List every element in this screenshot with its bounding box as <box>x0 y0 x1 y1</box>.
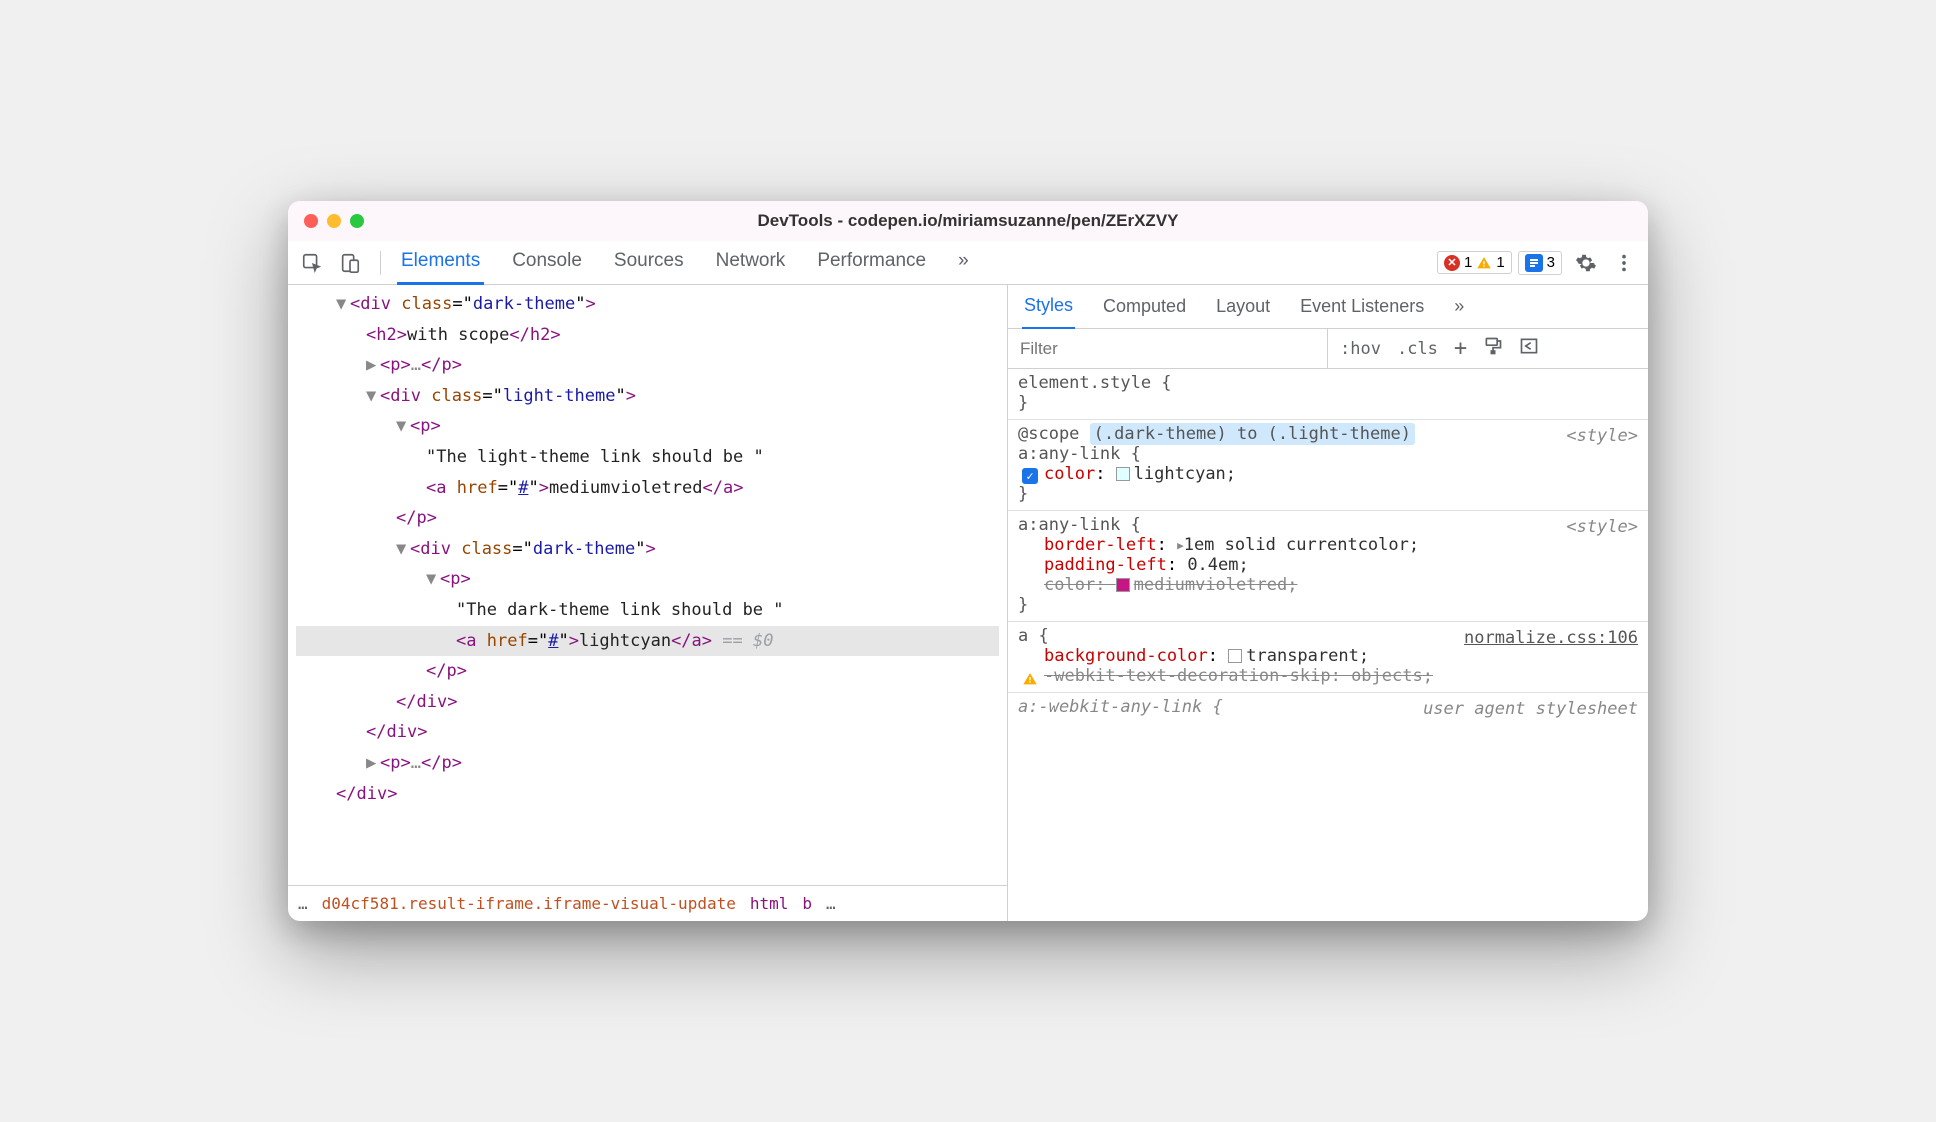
tab-elements[interactable]: Elements <box>397 240 484 285</box>
normalize-rule[interactable]: normalize.css:106 a { background-color: … <box>1008 622 1648 693</box>
elements-panel: ▼<div class="dark-theme"> <h2>with scope… <box>288 285 1008 921</box>
color-swatch[interactable] <box>1228 649 1242 663</box>
rule-source[interactable]: <style> <box>1566 517 1638 537</box>
paint-icon[interactable] <box>1483 336 1503 361</box>
error-icon: ✕ <box>1444 255 1460 271</box>
issue-count: 3 <box>1547 254 1555 271</box>
styles-rules[interactable]: element.style { } <style> @scope (.dark-… <box>1008 369 1648 921</box>
window-title: DevTools - codepen.io/miriamsuzanne/pen/… <box>288 211 1648 231</box>
breadcrumb-overflow[interactable]: … <box>826 894 836 913</box>
traffic-lights <box>304 214 364 228</box>
errors-warnings-badge[interactable]: ✕ 1 1 <box>1437 251 1512 274</box>
styles-filter-input[interactable] <box>1008 329 1328 368</box>
add-rule-button[interactable]: + <box>1454 336 1467 361</box>
rule-source[interactable]: <style> <box>1566 426 1638 446</box>
error-count: 1 <box>1464 254 1472 271</box>
kebab-menu-icon[interactable] <box>1610 249 1638 277</box>
cls-toggle[interactable]: .cls <box>1397 339 1438 359</box>
issue-icon <box>1525 254 1543 272</box>
tab-more-overflow[interactable]: » <box>954 240 973 285</box>
maximize-window-button[interactable] <box>350 214 364 228</box>
scope-selector: (.dark-theme) to (.light-theme) <box>1090 423 1415 445</box>
titlebar: DevTools - codepen.io/miriamsuzanne/pen/… <box>288 201 1648 241</box>
toggle-computed-icon[interactable] <box>1519 336 1539 361</box>
prop-checkbox[interactable]: ✓ <box>1022 468 1038 484</box>
warning-count: 1 <box>1496 254 1504 271</box>
tab-console[interactable]: Console <box>508 240 586 285</box>
sub-tab-more[interactable]: » <box>1452 285 1466 328</box>
tab-sources[interactable]: Sources <box>610 240 688 285</box>
settings-gear-icon[interactable] <box>1572 249 1600 277</box>
sub-tab-layout[interactable]: Layout <box>1214 285 1272 328</box>
styles-panel: Styles Computed Layout Event Listeners »… <box>1008 285 1648 921</box>
main-toolbar: Elements Console Sources Network Perform… <box>288 241 1648 285</box>
rule-source-link[interactable]: normalize.css:106 <box>1464 628 1638 648</box>
breadcrumb-ellipsis[interactable]: … <box>298 894 308 913</box>
breadcrumb[interactable]: … d04cf581.result-iframe.iframe-visual-u… <box>288 885 1007 921</box>
warning-icon <box>1022 671 1038 687</box>
inspect-element-icon[interactable] <box>298 249 326 277</box>
tab-performance[interactable]: Performance <box>813 240 930 285</box>
breadcrumb-frame[interactable]: d04cf581.result-iframe.iframe-visual-upd… <box>322 894 736 913</box>
sub-tab-styles[interactable]: Styles <box>1022 285 1075 330</box>
breadcrumb-body[interactable]: b <box>802 894 812 913</box>
any-link-rule[interactable]: <style> a:any-link { border-left: ▶ 1em … <box>1008 511 1648 622</box>
color-swatch[interactable] <box>1116 578 1130 592</box>
main-tabs: Elements Console Sources Network Perform… <box>397 240 1427 285</box>
scope-rule[interactable]: <style> @scope (.dark-theme) to (.light-… <box>1008 420 1648 511</box>
rule-source: user agent stylesheet <box>1423 699 1638 719</box>
dom-tree[interactable]: ▼<div class="dark-theme"> <h2>with scope… <box>288 285 1007 885</box>
close-window-button[interactable] <box>304 214 318 228</box>
issues-badge[interactable]: 3 <box>1518 251 1562 275</box>
sub-tab-computed[interactable]: Computed <box>1101 285 1188 328</box>
selected-node[interactable]: <a href="#">lightcyan</a> == $0 <box>296 626 999 657</box>
user-agent-rule[interactable]: user agent stylesheet a:-webkit-any-link… <box>1008 693 1648 723</box>
color-swatch[interactable] <box>1116 467 1130 481</box>
sidebar-tabs: Styles Computed Layout Event Listeners » <box>1008 285 1648 329</box>
minimize-window-button[interactable] <box>327 214 341 228</box>
element-style-rule[interactable]: element.style { } <box>1008 369 1648 420</box>
device-mode-icon[interactable] <box>336 249 364 277</box>
devtools-window: DevTools - codepen.io/miriamsuzanne/pen/… <box>288 201 1648 921</box>
warning-icon <box>1476 255 1492 271</box>
tab-network[interactable]: Network <box>712 240 790 285</box>
sub-tab-listeners[interactable]: Event Listeners <box>1298 285 1426 328</box>
status-badges: ✕ 1 1 3 <box>1437 251 1562 275</box>
hov-toggle[interactable]: :hov <box>1340 339 1381 359</box>
styles-filter-bar: :hov .cls + <box>1008 329 1648 369</box>
breadcrumb-html[interactable]: html <box>750 894 789 913</box>
